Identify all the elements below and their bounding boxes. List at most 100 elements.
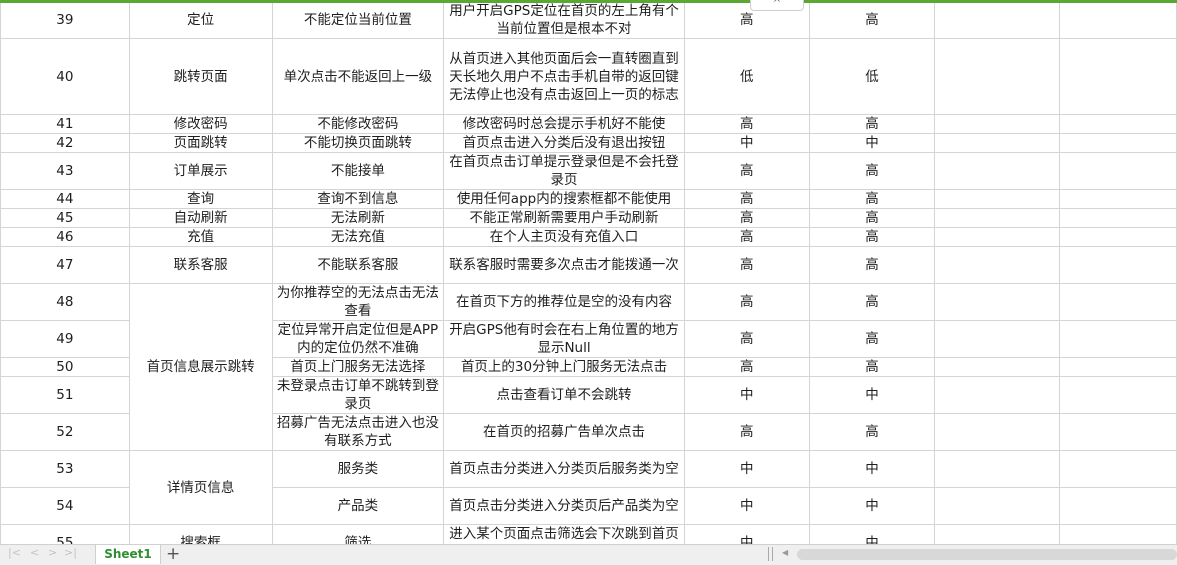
cell-number[interactable]: 44 xyxy=(0,189,130,209)
cell-module[interactable]: 页面跳转 xyxy=(128,133,273,153)
cell-empty[interactable] xyxy=(1059,283,1177,321)
cell-severity[interactable]: 高 xyxy=(683,208,810,228)
cell-number[interactable]: 51 xyxy=(0,376,130,414)
cell-priority[interactable]: 高 xyxy=(808,189,936,209)
cell-empty[interactable] xyxy=(934,208,1061,228)
next-sheet-icon[interactable]: > xyxy=(48,546,57,559)
cell-module[interactable]: 联系客服 xyxy=(128,246,273,284)
cell-number[interactable]: 43 xyxy=(0,152,130,190)
cell-module[interactable]: 订单展示 xyxy=(128,152,273,190)
cell-severity[interactable]: 中 xyxy=(683,133,810,153)
cell-description[interactable]: 首页点击分类进入分类页后产品类为空 xyxy=(443,487,685,525)
cell-module[interactable]: 自动刷新 xyxy=(128,208,273,228)
cell-issue[interactable]: 未登录点击订单不跳转到登录页 xyxy=(271,376,445,414)
cell-description[interactable]: 在首页的招募广告单次点击 xyxy=(443,413,685,451)
cell-module[interactable]: 搜索框 xyxy=(128,524,273,544)
cell-issue[interactable]: 首页上门服务无法选择 xyxy=(271,357,445,377)
cell-empty[interactable] xyxy=(1059,357,1177,377)
cell-description[interactable]: 在首页下方的推荐位是空的没有内容 xyxy=(443,283,685,321)
last-sheet-icon[interactable]: >| xyxy=(64,546,77,559)
cell-priority[interactable]: 高 xyxy=(808,413,936,451)
cell-issue[interactable]: 筛选 xyxy=(271,524,445,544)
cell-description[interactable]: 修改密码时总会提示手机好不能使 xyxy=(443,114,685,134)
cell-number[interactable]: 41 xyxy=(0,114,130,134)
cell-severity[interactable]: 低 xyxy=(683,38,810,115)
cell-module[interactable]: 定位 xyxy=(128,1,273,39)
cell-empty[interactable] xyxy=(934,1,1061,39)
cell-issue[interactable]: 不能切换页面跳转 xyxy=(271,133,445,153)
cell-issue[interactable]: 不能修改密码 xyxy=(271,114,445,134)
cell-number[interactable]: 50 xyxy=(0,357,130,377)
cell-empty[interactable] xyxy=(1059,114,1177,134)
cell-module[interactable]: 查询 xyxy=(128,189,273,209)
cell-priority[interactable]: 高 xyxy=(808,227,936,247)
cell-issue[interactable]: 不能定位当前位置 xyxy=(271,1,445,39)
cell-empty[interactable] xyxy=(934,133,1061,153)
add-sheet-icon[interactable]: + xyxy=(166,544,180,564)
cell-priority[interactable]: 中 xyxy=(808,450,936,488)
cell-description[interactable]: 联系客服时需要多次点击才能拨通一次 xyxy=(443,246,685,284)
cell-issue[interactable]: 不能联系客服 xyxy=(271,246,445,284)
cell-empty[interactable] xyxy=(1059,246,1177,284)
cell-module[interactable]: 充值 xyxy=(128,227,273,247)
cell-severity[interactable]: 高 xyxy=(683,114,810,134)
cell-issue[interactable]: 为你推荐空的无法点击无法查看 xyxy=(271,283,445,321)
cell-number[interactable]: 40 xyxy=(0,38,130,115)
horizontal-scrollbar[interactable] xyxy=(797,549,1177,560)
cell-issue[interactable]: 定位异常开启定位但是APP内的定位仍然不准确 xyxy=(271,320,445,358)
cell-priority[interactable]: 中 xyxy=(808,376,936,414)
cell-severity[interactable]: 中 xyxy=(683,487,810,525)
cell-module[interactable]: 跳转页面 xyxy=(128,38,273,115)
cell-number[interactable]: 55 xyxy=(0,524,130,544)
collapse-toolbar-button[interactable]: ^ xyxy=(750,0,804,11)
cell-description[interactable]: 不能正常刷新需要用户手动刷新 xyxy=(443,208,685,228)
cell-severity[interactable]: 高 xyxy=(683,227,810,247)
cell-severity[interactable]: 高 xyxy=(683,189,810,209)
cell-number[interactable]: 53 xyxy=(0,450,130,488)
cell-description[interactable]: 进入某个页面点击筛选会下次跳到首页的搜索框 xyxy=(443,524,685,544)
cell-empty[interactable] xyxy=(934,227,1061,247)
cell-empty[interactable] xyxy=(1059,487,1177,525)
cell-empty[interactable] xyxy=(934,487,1061,525)
spreadsheet-grid[interactable]: 39 定位 不能定位当前位置 用户开启GPS定位在首页的左上角有个当前位置但是根… xyxy=(0,0,1177,544)
cell-priority[interactable]: 中 xyxy=(808,133,936,153)
cell-description[interactable]: 首页点击分类进入分类页后服务类为空 xyxy=(443,450,685,488)
cell-priority[interactable]: 高 xyxy=(808,1,936,39)
cell-severity[interactable]: 中 xyxy=(683,376,810,414)
cell-empty[interactable] xyxy=(1059,208,1177,228)
tab-sheet1[interactable]: Sheet1 xyxy=(95,545,161,564)
cell-empty[interactable] xyxy=(934,357,1061,377)
cell-issue[interactable]: 单次点击不能返回上一级 xyxy=(271,38,445,115)
cell-severity[interactable]: 高 xyxy=(683,320,810,358)
first-sheet-icon[interactable]: |< xyxy=(8,546,21,559)
cell-empty[interactable] xyxy=(1059,152,1177,190)
cell-number[interactable]: 45 xyxy=(0,208,130,228)
cell-module-merged[interactable]: 详情页信息 xyxy=(128,450,273,525)
cell-priority[interactable]: 高 xyxy=(808,320,936,358)
cell-empty[interactable] xyxy=(934,152,1061,190)
cell-empty[interactable] xyxy=(1059,38,1177,115)
cell-number[interactable]: 46 xyxy=(0,227,130,247)
cell-module-merged[interactable]: 首页信息展示跳转 xyxy=(128,283,273,451)
cell-empty[interactable] xyxy=(1059,133,1177,153)
cell-empty[interactable] xyxy=(934,38,1061,115)
cell-empty[interactable] xyxy=(1059,450,1177,488)
cell-issue[interactable]: 不能接单 xyxy=(271,152,445,190)
cell-description[interactable]: 用户开启GPS定位在首页的左上角有个当前位置但是根本不对 xyxy=(443,1,685,39)
cell-empty[interactable] xyxy=(1059,413,1177,451)
cell-empty[interactable] xyxy=(934,189,1061,209)
cell-description[interactable]: 首页上的30分钟上门服务无法点击 xyxy=(443,357,685,377)
cell-empty[interactable] xyxy=(934,246,1061,284)
cell-empty[interactable] xyxy=(934,376,1061,414)
tab-splitter-handle[interactable] xyxy=(768,547,773,561)
cell-empty[interactable] xyxy=(934,283,1061,321)
cell-number[interactable]: 54 xyxy=(0,487,130,525)
cell-description[interactable]: 点击查看订单不会跳转 xyxy=(443,376,685,414)
cell-empty[interactable] xyxy=(1059,1,1177,39)
cell-description[interactable]: 首页点击进入分类后没有退出按钮 xyxy=(443,133,685,153)
cell-issue[interactable]: 查询不到信息 xyxy=(271,189,445,209)
cell-severity[interactable]: 高 xyxy=(683,413,810,451)
cell-empty[interactable] xyxy=(934,413,1061,451)
prev-sheet-icon[interactable]: < xyxy=(30,546,39,559)
cell-description[interactable]: 开启GPS他有时会在右上角位置的地方显示Null xyxy=(443,320,685,358)
